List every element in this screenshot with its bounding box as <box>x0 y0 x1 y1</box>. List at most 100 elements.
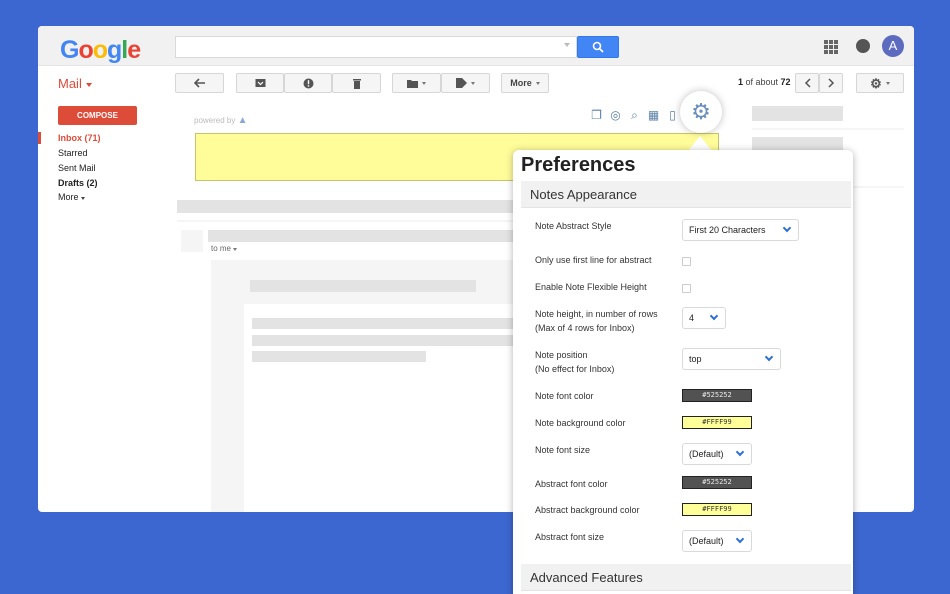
reply-icon <box>193 78 205 88</box>
google-logo[interactable]: Google <box>60 36 141 64</box>
to-me-label[interactable]: to me <box>211 244 238 253</box>
abstract-style-label: Note Abstract Style <box>535 221 612 231</box>
note-height-value: 4 <box>689 313 695 323</box>
newer-button[interactable] <box>795 73 819 93</box>
abstract-style-select[interactable]: First 20 Characters <box>682 219 799 241</box>
sidebar-item-more[interactable]: More <box>58 192 86 202</box>
back-button[interactable] <box>175 73 224 93</box>
top-bar: Google A <box>38 26 914 66</box>
chevron-down-icon <box>85 82 92 87</box>
subject-placeholder <box>177 200 517 213</box>
apps-icon[interactable] <box>824 40 838 54</box>
sidebar-item-inbox[interactable]: Inbox (71) <box>58 133 101 143</box>
search-input[interactable] <box>175 36 577 58</box>
labels-button[interactable] <box>441 73 490 93</box>
chevron-right-icon <box>827 78 834 88</box>
abstract-font-color-label: Abstract font color <box>535 479 608 489</box>
note-font-size-select[interactable]: (Default) <box>682 443 752 465</box>
archive-button[interactable] <box>236 73 284 93</box>
palette-icon[interactable]: ◎ <box>608 108 623 123</box>
more-label: More <box>510 78 532 88</box>
settings-button[interactable]: ⚙ <box>856 73 904 93</box>
delete-icon <box>352 78 361 89</box>
sidebar-item-drafts[interactable]: Drafts (2) <box>58 178 98 188</box>
note-height-label-line: Note height, in number of rows <box>535 309 658 319</box>
note-bg-color-label: Note background color <box>535 418 626 428</box>
mail-label: Mail <box>58 76 82 91</box>
chevron-down-icon <box>735 534 745 544</box>
avatar[interactable]: A <box>882 35 904 57</box>
notifications-icon[interactable] <box>856 39 870 53</box>
note-bg-color-swatch[interactable]: #FFFF99 <box>682 416 752 429</box>
abstract-font-size-label: Abstract font size <box>535 532 605 542</box>
note-position-value: top <box>689 354 702 364</box>
first-line-label: Only use first line for abstract <box>535 255 652 265</box>
first-line-checkbox[interactable] <box>682 257 691 266</box>
settings-icon: ⚙ <box>870 75 882 91</box>
calendar-icon[interactable]: ▦ <box>646 108 661 123</box>
note-position-label: Note position (No effect for Inbox) <box>535 348 614 376</box>
page-total: 72 <box>780 77 791 87</box>
note-font-color-swatch[interactable]: #525252 <box>682 389 752 402</box>
chevron-down-icon <box>735 447 745 457</box>
abstract-font-size-value: (Default) <box>689 536 724 546</box>
report-spam-button[interactable] <box>284 73 332 93</box>
flexible-height-label: Enable Note Flexible Height <box>535 282 647 292</box>
search-options-caret[interactable] <box>564 43 570 47</box>
note-height-select[interactable]: 4 <box>682 307 726 329</box>
logo-letter: g <box>107 36 122 64</box>
chevron-down-icon <box>81 197 86 200</box>
to-me-text: to me <box>211 244 232 253</box>
chevron-down-icon <box>471 81 475 85</box>
older-button[interactable] <box>819 73 843 93</box>
more-button[interactable]: More <box>501 73 549 93</box>
flexible-height-checkbox[interactable] <box>682 284 691 293</box>
chevron-down-icon <box>764 352 774 362</box>
body-line-placeholder <box>252 318 517 329</box>
note-list-icon[interactable]: ❐ <box>589 108 604 123</box>
powered-by-text: powered by <box>194 116 236 125</box>
abstract-font-color-swatch[interactable]: #525252 <box>682 476 752 489</box>
divider <box>752 128 904 130</box>
divider <box>177 220 517 222</box>
note-toolbar: ❐ ◎ ⌕ ▦ ▯ <box>589 108 680 123</box>
section-advanced-features[interactable]: Advanced Features <box>521 564 851 591</box>
note-font-size-label: Note font size <box>535 445 591 455</box>
chevron-down-icon <box>782 223 792 233</box>
brand-logo-icon: ▲ <box>237 115 248 126</box>
logo-letter: o <box>92 36 108 64</box>
chevron-down-icon <box>885 81 890 85</box>
note-position-label-hint: (No effect for Inbox) <box>535 364 615 374</box>
report-spam-icon <box>303 78 313 88</box>
sidebar-item-sent-mail[interactable]: Sent Mail <box>58 163 96 173</box>
compose-button[interactable]: COMPOSE <box>58 106 137 125</box>
delete-button[interactable] <box>332 73 381 93</box>
chevron-left-icon <box>804 78 811 88</box>
gear-icon[interactable]: ⚙ <box>680 91 722 133</box>
note-font-size-value: (Default) <box>689 449 724 459</box>
mail-dropdown[interactable]: Mail <box>58 76 92 91</box>
note-height-label: Note height, in number of rows (Max of 4 … <box>535 307 658 335</box>
folder-icon <box>407 79 418 88</box>
popover-arrow <box>688 136 712 151</box>
chevron-down-icon <box>709 311 719 321</box>
search-button[interactable] <box>577 36 619 58</box>
note-position-select[interactable]: top <box>682 348 781 370</box>
trash-icon[interactable]: ▯ <box>665 108 680 123</box>
note-height-label-hint: (Max of 4 rows for Inbox) <box>535 323 635 333</box>
search-icon <box>592 41 604 53</box>
logo-letter: e <box>127 36 141 64</box>
chevron-down-icon <box>535 81 540 85</box>
abstract-font-size-select[interactable]: (Default) <box>682 530 752 552</box>
body-line-placeholder <box>252 335 517 346</box>
move-to-button[interactable] <box>392 73 441 93</box>
sidebar-item-starred[interactable]: Starred <box>58 148 88 158</box>
abstract-bg-color-swatch[interactable]: #FFFF99 <box>682 503 752 516</box>
logo-letter: G <box>60 36 79 64</box>
page-of-about: of about <box>743 77 781 87</box>
logo-letter: o <box>78 36 93 64</box>
section-notes-appearance[interactable]: Notes Appearance <box>521 181 851 208</box>
preferences-panel: Preferences Notes Appearance Note Abstra… <box>513 150 853 594</box>
search-icon[interactable]: ⌕ <box>627 108 642 123</box>
active-nav-indicator <box>38 132 41 144</box>
